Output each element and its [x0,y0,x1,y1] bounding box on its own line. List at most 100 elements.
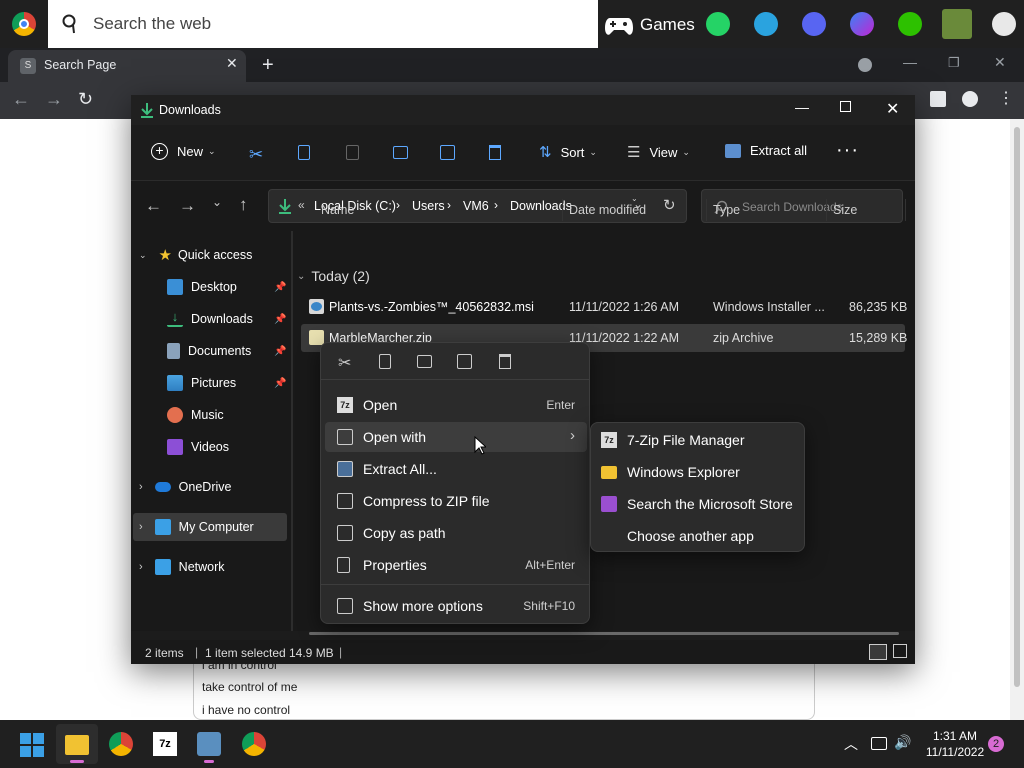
column-divider[interactable] [905,199,906,221]
clock-time[interactable]: 1:31 AM [922,729,988,743]
chrome-app-taskbar-icon[interactable] [242,732,266,756]
delete-icon[interactable] [489,145,501,160]
recent-locations-icon[interactable]: ⌄ [212,195,222,209]
messenger-icon[interactable] [850,12,874,36]
installer-taskbar-icon[interactable] [197,732,221,756]
menu-copy-icon[interactable] [379,354,391,369]
scrollbar-thumb[interactable] [1014,127,1020,687]
menu-item-open[interactable]: 7z Open Enter [325,390,587,420]
menu-item-open-with[interactable]: Open with › [325,422,587,452]
menu-cut-icon[interactable]: ✂ [338,353,351,373]
menu-item-compress-zip[interactable]: Compress to ZIP file [325,486,587,516]
rename-icon[interactable] [393,146,408,159]
show-hidden-icons-icon[interactable]: ︿ [844,734,858,754]
gamepad-icon[interactable] [604,14,634,36]
minimize-browser-icon[interactable]: — [903,54,917,70]
nav-onedrive[interactable]: › OneDrive [139,473,231,501]
view-button[interactable]: ☰ View ⌄ [627,143,690,161]
submenu-item-microsoft-store[interactable]: Search the Microsoft Store [595,489,802,519]
tab-close-icon[interactable]: ✕ [226,55,238,72]
windows-start-icon[interactable] [20,733,44,757]
forward-arrow-icon[interactable]: → [45,89,63,110]
tab-search-icon[interactable] [858,58,872,72]
tiles-view-icon[interactable] [893,644,907,658]
menu-rename-icon[interactable] [417,355,432,368]
restore-browser-icon[interactable]: ❐ [948,55,960,71]
nav-quick-access[interactable]: ⌄ ★ Quick access [139,241,252,269]
reload-icon[interactable]: ↻ [78,89,93,110]
column-divider[interactable] [826,199,827,221]
discord-icon[interactable] [802,12,826,36]
seven-zip-taskbar-icon[interactable]: 7z [153,732,177,756]
maximize-icon[interactable] [840,101,851,112]
breadcrumb-users[interactable]: Users [412,199,445,213]
nav-item-downloads[interactable]: ↓ Downloads [167,305,253,333]
menu-item-copy-as-path[interactable]: Copy as path [325,518,587,548]
breadcrumb-vm6[interactable]: VM6 [463,199,489,213]
paste-icon[interactable] [346,145,359,160]
extensions-icon[interactable] [930,91,946,107]
menu-item-extract-all[interactable]: Extract All... [325,454,587,484]
pin-icon[interactable]: 📌 [274,378,286,389]
pane-divider[interactable] [291,231,293,631]
profile-icon[interactable] [962,91,978,107]
pin-icon[interactable]: 📌 [274,282,286,293]
group-header-today[interactable]: ⌄ Today (2) [297,268,370,284]
nav-my-computer[interactable]: › My Computer [133,513,287,541]
game-avatar-icon[interactable] [942,9,972,39]
file-explorer-taskbar-icon[interactable] [65,735,89,755]
more-menu-icon[interactable]: ⋮ [998,88,1014,108]
chrome-taskbar-icon[interactable] [109,732,133,756]
column-divider[interactable] [562,199,563,221]
share-icon[interactable] [440,145,455,160]
network-status-icon[interactable] [871,737,887,750]
menu-item-properties[interactable]: Properties Alt+Enter [325,550,587,580]
new-button[interactable]: + New ⌄ [151,143,216,160]
nav-item-desktop[interactable]: Desktop [167,273,237,301]
close-icon[interactable]: ✕ [886,99,899,119]
nav-item-documents[interactable]: Documents [167,337,251,365]
pin-icon[interactable]: 📌 [274,314,286,325]
file-row[interactable]: Plants-vs.-Zombies™_40562832.msi 11/11/2… [301,293,907,321]
notification-badge[interactable]: 2 [988,736,1004,752]
page-scrollbar[interactable] [1010,119,1024,720]
clock-date[interactable]: 11/11/2022 [922,745,988,759]
settings-icon[interactable] [992,12,1016,36]
close-browser-icon[interactable]: ✕ [994,54,1006,71]
column-date-modified[interactable]: Date modified [569,203,646,217]
submenu-item-7zip[interactable]: 7z 7-Zip File Manager [595,425,802,455]
sort-button[interactable]: ⇅ Sort ⌄ [539,143,597,161]
nav-item-videos[interactable]: Videos [167,433,229,461]
submenu-item-windows-explorer[interactable]: Windows Explorer [595,457,802,487]
pin-icon[interactable]: 📌 [274,346,286,357]
nav-item-pictures[interactable]: Pictures [167,369,236,397]
nav-network[interactable]: › Network [139,553,225,581]
column-type[interactable]: Type [713,203,740,217]
extract-all-button[interactable]: Extract all [725,143,807,158]
wechat-icon[interactable] [898,12,922,36]
column-name[interactable]: Name [321,203,354,217]
breadcrumb-overflow[interactable]: « [298,198,305,212]
horizontal-scrollbar[interactable] [309,632,899,635]
forward-icon[interactable]: → [179,196,196,216]
up-icon[interactable]: ↑ [239,195,248,215]
column-size[interactable]: Size [833,203,857,217]
volume-icon[interactable]: 🔊 [894,734,911,751]
new-tab-icon[interactable]: + [262,54,274,77]
menu-item-show-more-options[interactable]: Show more options Shift+F10 [325,591,587,621]
nav-item-music[interactable]: Music [167,401,224,429]
browser-tab[interactable]: S Search Page ✕ [8,50,246,82]
back-icon[interactable]: ← [145,196,162,216]
column-divider[interactable] [706,199,707,221]
telegram-icon[interactable] [754,12,778,36]
explorer-titlebar[interactable]: Downloads — ✕ [131,95,915,125]
minimize-icon[interactable]: — [795,99,809,115]
copy-icon[interactable] [298,145,310,160]
cut-icon[interactable]: ✂ [249,145,263,165]
menu-delete-icon[interactable] [499,354,511,369]
chrome-icon[interactable] [12,12,36,36]
back-arrow-icon[interactable]: ← [12,89,30,110]
web-search-box[interactable]: Search the web [48,0,598,48]
submenu-item-choose-another-app[interactable]: Choose another app [595,521,802,551]
whatsapp-icon[interactable] [706,12,730,36]
